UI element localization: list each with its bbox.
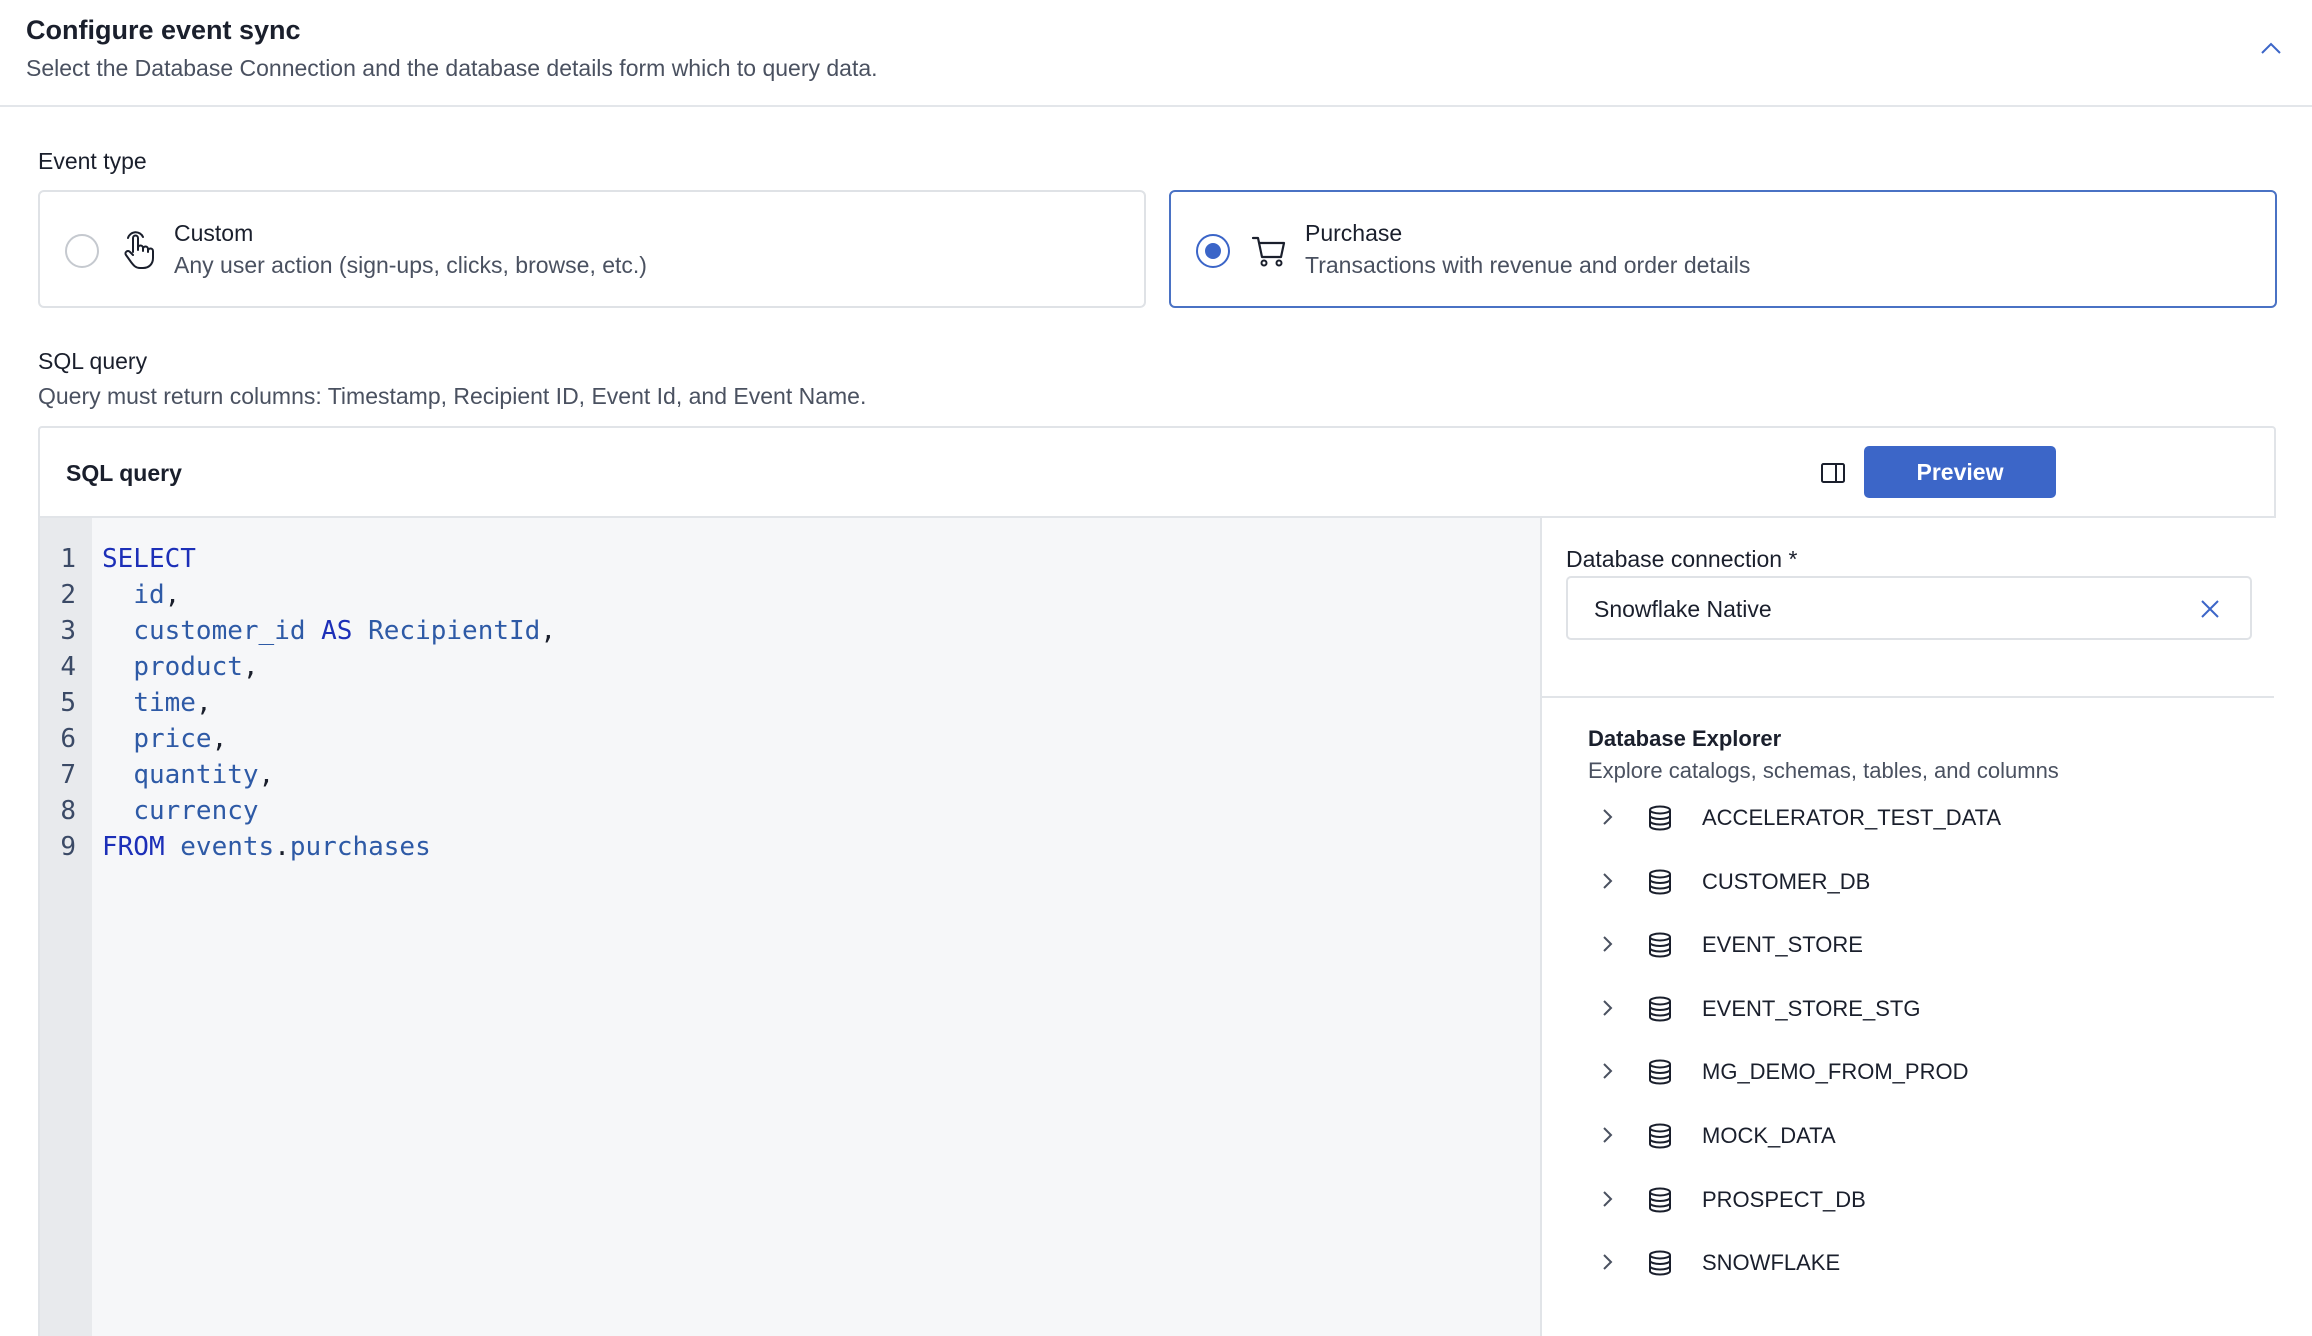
event-type-purchase-card[interactable]: Purchase Transactions with revenue and o… xyxy=(1169,190,2277,308)
collapse-button[interactable] xyxy=(2256,34,2286,64)
tree-item-label: EVENT_STORE_STG xyxy=(1702,995,1921,1021)
database-icon xyxy=(1646,1186,1674,1214)
toggle-side-panel-button[interactable] xyxy=(1816,456,1850,490)
database-connection-label: Database connection * xyxy=(1566,546,1798,572)
split-panel-icon xyxy=(1821,463,1845,483)
code-line: SELECT xyxy=(102,544,196,574)
tree-item[interactable]: CUSTOMER_DB xyxy=(1586,862,2186,902)
code-line: id, xyxy=(133,580,181,610)
sql-query-hint: Query must return columns: Timestamp, Re… xyxy=(38,383,867,409)
purchase-radio[interactable] xyxy=(1196,234,1230,268)
close-icon xyxy=(2201,600,2219,618)
chevron-right-icon[interactable] xyxy=(1596,997,1618,1019)
line-number: 2 xyxy=(60,580,76,610)
sql-query-label: SQL query xyxy=(38,348,148,374)
tree-item-label: PROSPECT_DB xyxy=(1702,1186,1866,1212)
tree-item-label: CUSTOMER_DB xyxy=(1702,868,1871,894)
tree-item-label: MG_DEMO_FROM_PROD xyxy=(1702,1059,1969,1085)
chevron-right-icon[interactable] xyxy=(1596,1124,1618,1146)
chevron-right-icon[interactable] xyxy=(1596,806,1618,828)
tree-item-label: SNOWFLAKE xyxy=(1702,1250,1841,1276)
tree-item[interactable]: SNOWFLAKE xyxy=(1586,1243,2186,1283)
code-line: FROM events.purchases xyxy=(102,832,431,862)
purchase-title: Purchase xyxy=(1305,220,1403,246)
chevron-right-icon[interactable] xyxy=(1596,1188,1618,1210)
event-type-custom-card[interactable]: Custom Any user action (sign-ups, clicks… xyxy=(38,190,1146,308)
database-connection-value: Snowflake Native xyxy=(1594,596,1772,622)
section-header: Configure event sync Select the Database… xyxy=(0,0,2312,107)
code-line: price, xyxy=(133,724,228,754)
database-icon xyxy=(1646,868,1674,896)
tree-item[interactable]: ACCELERATOR_TEST_DATA xyxy=(1586,798,2186,838)
database-icon xyxy=(1646,931,1674,959)
chevron-right-icon[interactable] xyxy=(1596,1251,1618,1273)
code-line: product, xyxy=(133,652,259,682)
database-icon xyxy=(1646,804,1674,832)
line-number-gutter: 1 2 3 4 5 6 7 8 9 xyxy=(40,518,92,1336)
line-number: 8 xyxy=(60,796,76,826)
editor-toolbar: SQL query Preview xyxy=(40,428,2274,518)
code-line: time, xyxy=(133,688,212,718)
explorer-subtitle: Explore catalogs, schemas, tables, and c… xyxy=(1588,758,2059,783)
event-type-label: Event type xyxy=(38,148,147,174)
line-number: 4 xyxy=(60,652,76,682)
chevron-right-icon[interactable] xyxy=(1596,933,1618,955)
line-number: 9 xyxy=(60,832,76,862)
hand-pointer-icon xyxy=(118,230,158,270)
tree-item-label: MOCK_DATA xyxy=(1702,1123,1836,1148)
section-subtitle: Select the Database Connection and the d… xyxy=(26,55,878,81)
tree-item-label: EVENT_STORE xyxy=(1702,932,1863,958)
explorer-title: Database Explorer xyxy=(1588,726,1782,751)
custom-radio[interactable] xyxy=(65,234,99,268)
tree-item[interactable]: PROSPECT_DB xyxy=(1586,1180,2186,1220)
side-divider xyxy=(1540,696,2274,698)
code-line: quantity, xyxy=(133,760,275,790)
code-line: currency xyxy=(133,796,259,826)
line-number: 7 xyxy=(60,760,76,790)
database-icon xyxy=(1646,1122,1674,1150)
clear-connection-button[interactable] xyxy=(2196,595,2224,623)
preview-button[interactable]: Preview xyxy=(1864,446,2056,498)
custom-description: Any user action (sign-ups, clicks, brows… xyxy=(174,252,647,278)
line-number: 3 xyxy=(60,616,76,646)
shopping-cart-icon xyxy=(1249,230,1289,270)
tree-item[interactable]: MG_DEMO_FROM_PROD xyxy=(1586,1052,2186,1092)
chevron-right-icon[interactable] xyxy=(1596,870,1618,892)
section-title: Configure event sync xyxy=(26,15,301,45)
tree-item[interactable]: MOCK_DATA xyxy=(1586,1116,2186,1156)
database-connection-select[interactable]: Snowflake Native xyxy=(1566,576,2252,640)
custom-title: Custom xyxy=(174,220,254,246)
line-number: 6 xyxy=(60,724,76,754)
database-icon xyxy=(1646,1058,1674,1086)
code-editor[interactable]: 1 2 3 4 5 6 7 8 9 SELECT id, customer_id… xyxy=(40,518,1540,1336)
tree-item[interactable]: EVENT_STORE xyxy=(1586,925,2186,965)
editor-title: SQL query xyxy=(66,460,182,486)
tree-item[interactable]: EVENT_STORE_STG xyxy=(1586,989,2186,1029)
code-line: customer_id AS RecipientId, xyxy=(133,616,556,646)
chevron-up-icon xyxy=(2261,42,2281,54)
line-number: 1 xyxy=(60,544,76,574)
tree-item-label: ACCELERATOR_TEST_DATA xyxy=(1702,805,2002,830)
line-number: 5 xyxy=(60,688,76,718)
purchase-description: Transactions with revenue and order deta… xyxy=(1305,252,1751,278)
database-icon xyxy=(1646,1249,1674,1277)
chevron-right-icon[interactable] xyxy=(1596,1060,1618,1082)
database-icon xyxy=(1646,995,1674,1023)
